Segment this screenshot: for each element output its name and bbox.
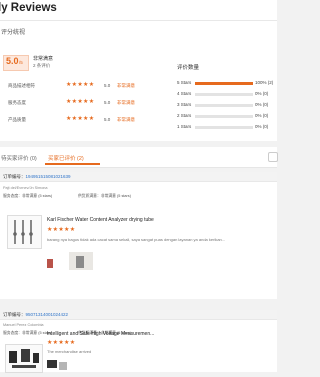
tab-scroll-button[interactable] <box>268 152 278 162</box>
satisfaction-label: 非常满意 <box>33 56 54 62</box>
criteria-tag: 非常满意 <box>117 100 135 105</box>
overall-score: 5.0 <box>6 56 19 66</box>
criteria-tag: 非常满意 <box>117 117 135 122</box>
tab-pending-reviews[interactable]: 待买家评价 (0) <box>1 154 37 162</box>
distribution-percent: 100% (2) <box>255 80 274 85</box>
review-stars: ★★★★★ <box>47 340 76 346</box>
distribution-label: 4 Stars <box>177 91 192 96</box>
criteria-score: 5.0 <box>104 83 111 88</box>
order-number-link[interactable]: 194951515081021639 <box>26 174 71 179</box>
drying-tube-image <box>13 220 33 244</box>
distribution-track <box>195 115 253 118</box>
product-thumbnail[interactable] <box>5 344 43 373</box>
review-stars: ★★★★★ <box>47 227 76 233</box>
delivery-rating: 供货质满意：非常满意 (5 stars) <box>78 194 131 198</box>
criteria-label: 产品质量 <box>8 117 26 122</box>
criteria-stars: ★★★★★ <box>66 99 95 105</box>
review-photo-detail <box>76 256 84 268</box>
distribution-track <box>195 104 253 107</box>
review-text: The merchandise arrived <box>47 349 92 354</box>
tab-completed-reviews[interactable]: 买家已评价 (2) <box>48 154 84 162</box>
distribution-label: 3 Stars <box>177 102 192 107</box>
review-text: barang nya bagus tidak ada cacat sama se… <box>47 237 226 242</box>
service-rating: 服务态度：非常满意 (5 stars) <box>3 194 53 198</box>
review-tabs <box>0 147 277 168</box>
distribution-title: 评价数量 <box>177 65 200 71</box>
criteria-stars: ★★★★★ <box>66 116 95 122</box>
distribution-track <box>195 126 253 129</box>
criteria-label: 商品描述相符 <box>8 83 35 88</box>
distribution-percent: 0% (0) <box>255 102 269 107</box>
distribution-track <box>195 93 253 96</box>
order-number-label: 订单编号：194951515081021639 <box>3 174 71 179</box>
distribution-row: 2 Stars 0% (0) <box>177 113 277 119</box>
distribution-row: 4 Stars 0% (0) <box>177 91 277 97</box>
review-photo[interactable] <box>59 362 67 370</box>
distribution-fill <box>195 82 253 85</box>
criteria-stars: ★★★★★ <box>66 82 95 88</box>
buyer-name: Pajt del/Evrnev/Jn Simona <box>3 186 48 190</box>
distribution-percent: 0% (0) <box>255 124 269 129</box>
distribution-percent: 0% (0) <box>255 113 269 118</box>
criteria-tag: 非常满意 <box>117 83 135 88</box>
distribution-row: 3 Stars 0% (0) <box>177 102 277 108</box>
criteria-score: 5.0 <box>104 100 111 105</box>
page-header: ly Reviews <box>0 0 277 21</box>
review-card: 订单编号：95071314001024422 Manuel Perez Colo… <box>0 310 277 373</box>
voltage-tester-image <box>9 349 39 368</box>
product-thumbnail[interactable] <box>7 215 42 249</box>
distribution-label: 2 Stars <box>177 113 192 118</box>
page-title: ly Reviews <box>0 2 57 14</box>
review-photo[interactable] <box>47 360 57 368</box>
buyer-name: Manuel Perez Colombia <box>3 323 44 327</box>
review-count: 2 条评价 <box>33 63 51 68</box>
overall-score-suffix: /5 <box>19 60 23 65</box>
product-title[interactable]: Karl Fischer Water Content Analyzer dryi… <box>47 217 154 223</box>
product-title[interactable]: Intelligent and Safe High Voltage Measur… <box>47 331 154 337</box>
distribution-track <box>195 82 253 85</box>
criteria-label: 服务态度 <box>8 100 26 105</box>
distribution-percent: 0% (0) <box>255 91 269 96</box>
distribution-label: 5 Stars <box>177 80 192 85</box>
rating-section-label: 评分统视 <box>1 30 26 36</box>
distribution-label: 1 Stars <box>177 124 192 129</box>
review-photo[interactable] <box>47 259 53 268</box>
order-number-link[interactable]: 95071314001024422 <box>26 312 69 317</box>
distribution-row: 1 Stars 0% (0) <box>177 124 277 130</box>
service-rating: 服务态度：非常满意 (5 stars) <box>3 331 53 335</box>
criteria-score: 5.0 <box>104 117 111 122</box>
review-card: 订单编号：194951515081021639 Pajt del/Evrnev/… <box>0 172 277 299</box>
active-tab-indicator <box>45 163 100 165</box>
order-number-label: 订单编号：95071314001024422 <box>3 312 69 317</box>
distribution-row: 5 Stars 100% (2) <box>177 80 277 86</box>
